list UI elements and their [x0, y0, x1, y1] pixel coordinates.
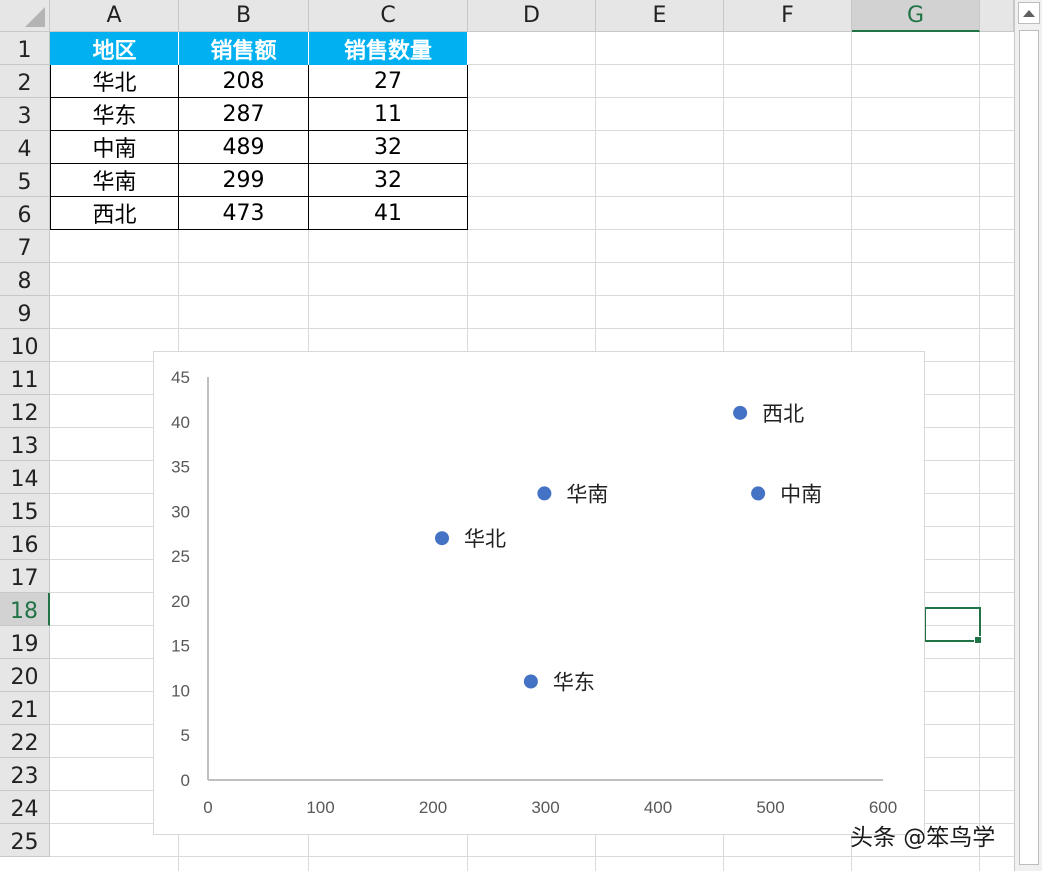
- row-header-6[interactable]: 6: [0, 197, 50, 230]
- row-gridline: [50, 262, 1014, 263]
- row-gridline: [50, 328, 1014, 329]
- row-gridline: [50, 856, 1014, 857]
- data-label: 华南: [566, 482, 608, 506]
- select-all-triangle-icon: [25, 7, 45, 27]
- table-header-cell[interactable]: 销售额: [179, 32, 309, 65]
- row-header-1[interactable]: 1: [0, 32, 50, 65]
- column-header-a[interactable]: A: [50, 0, 179, 32]
- row-header-8[interactable]: 8: [0, 263, 50, 296]
- data-point-1[interactable]: [435, 531, 449, 546]
- fill-handle[interactable]: [974, 636, 982, 644]
- x-tick-label: 200: [419, 798, 447, 817]
- active-cell-selection[interactable]: [924, 607, 981, 642]
- row-header-10[interactable]: 10: [0, 329, 50, 362]
- table-cell[interactable]: 32: [309, 131, 468, 164]
- table-header-cell[interactable]: 地区: [50, 32, 179, 65]
- column-header-b[interactable]: B: [179, 0, 309, 32]
- y-tick-label: 15: [171, 637, 190, 656]
- x-tick-label: 100: [306, 798, 334, 817]
- x-tick-label: 0: [203, 798, 212, 817]
- y-tick-label: 5: [181, 726, 190, 745]
- column-header-g[interactable]: G: [852, 0, 980, 32]
- x-tick-label: 400: [644, 798, 672, 817]
- data-label: 华北: [464, 527, 506, 551]
- data-point-5[interactable]: [733, 405, 748, 420]
- row-header-2[interactable]: 2: [0, 65, 50, 98]
- data-label: 华东: [553, 670, 595, 694]
- chart-plot-area: 0 100 200 300 400 500 600051015202530354045华北华…: [171, 368, 897, 817]
- column-header-d[interactable]: D: [468, 0, 596, 32]
- y-tick-label: 10: [171, 681, 190, 700]
- row-header-9[interactable]: 9: [0, 296, 50, 329]
- x-tick-label: 500: [756, 798, 784, 817]
- data-point-2[interactable]: [523, 674, 538, 689]
- row-header-3[interactable]: 3: [0, 98, 50, 131]
- table-cell[interactable]: 中南: [50, 131, 179, 164]
- table-cell[interactable]: 299: [179, 164, 309, 197]
- table-cell[interactable]: 473: [179, 197, 309, 230]
- scroll-up-button[interactable]: [1018, 2, 1040, 24]
- vertical-scrollbar[interactable]: [1014, 0, 1042, 871]
- data-label: 西北: [762, 402, 804, 426]
- data-point-3[interactable]: [751, 486, 766, 501]
- table-cell[interactable]: 489: [179, 131, 309, 164]
- column-gridline: [979, 32, 980, 871]
- row-header-15[interactable]: 15: [0, 494, 50, 527]
- column-header-f[interactable]: F: [724, 0, 852, 32]
- data-label: 中南: [780, 482, 822, 506]
- scatter-chart[interactable]: 0 100 200 300 400 500 600 0 5 10 15 20 25 30 35 40 45 华北华…: [153, 351, 925, 835]
- row-header-4[interactable]: 4: [0, 131, 50, 164]
- row-header-16[interactable]: 16: [0, 527, 50, 560]
- table-cell[interactable]: 287: [179, 98, 309, 131]
- select-all-button[interactable]: [0, 0, 50, 32]
- table-cell[interactable]: 华北: [50, 65, 179, 98]
- column-header-c[interactable]: C: [309, 0, 468, 32]
- row-header-7[interactable]: 7: [0, 230, 50, 263]
- scrollbar-thumb[interactable]: [1019, 30, 1039, 865]
- table-cell[interactable]: 208: [179, 65, 309, 98]
- x-tick-label: 300: [531, 798, 559, 817]
- row-header-20[interactable]: 20: [0, 659, 50, 692]
- row-gridline: [50, 295, 1014, 296]
- table-cell[interactable]: 华东: [50, 98, 179, 131]
- row-header-22[interactable]: 22: [0, 725, 50, 758]
- row-header-25[interactable]: 25: [0, 824, 50, 857]
- column-header-e[interactable]: E: [596, 0, 724, 32]
- row-header-19[interactable]: 19: [0, 626, 50, 659]
- row-header-24[interactable]: 24: [0, 791, 50, 824]
- row-header-5[interactable]: 5: [0, 164, 50, 197]
- y-tick-label: 35: [171, 458, 190, 477]
- table-cell[interactable]: 西北: [50, 197, 179, 230]
- row-header-18[interactable]: 18: [0, 593, 50, 626]
- chevron-up-icon: [1023, 9, 1035, 17]
- table-cell[interactable]: 27: [309, 65, 468, 98]
- row-header-12[interactable]: 12: [0, 395, 50, 428]
- table-cell[interactable]: 华南: [50, 164, 179, 197]
- row-header-23[interactable]: 23: [0, 758, 50, 791]
- y-tick-label: 20: [171, 592, 190, 611]
- y-tick-label: 45: [171, 368, 190, 387]
- table-cell[interactable]: 32: [309, 164, 468, 197]
- y-tick-label: 40: [171, 413, 190, 432]
- table-header-cell[interactable]: 销售数量: [309, 32, 468, 65]
- watermark-text: 头条 @笨鸟学: [850, 825, 996, 851]
- table-cell[interactable]: 41: [309, 197, 468, 230]
- row-header-21[interactable]: 21: [0, 692, 50, 725]
- column-header-partial[interactable]: [980, 0, 1014, 32]
- y-tick-label: 30: [171, 502, 190, 521]
- row-header-14[interactable]: 14: [0, 461, 50, 494]
- row-header-13[interactable]: 13: [0, 428, 50, 461]
- row-header-11[interactable]: 11: [0, 362, 50, 395]
- x-tick-label: 600: [869, 798, 897, 817]
- y-tick-label: 0: [181, 771, 190, 790]
- y-tick-label: 25: [171, 547, 190, 566]
- table-cell[interactable]: 11: [309, 98, 468, 131]
- row-header-17[interactable]: 17: [0, 560, 50, 593]
- data-point-4[interactable]: [537, 486, 552, 501]
